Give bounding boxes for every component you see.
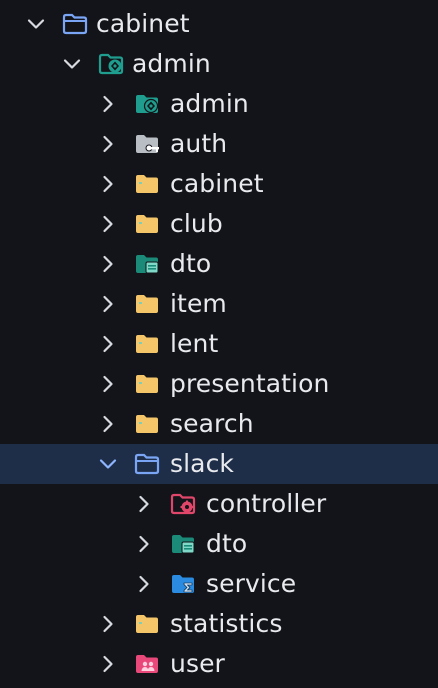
tree-item-label: search bbox=[170, 409, 254, 438]
tree-row-cabinet-root[interactable]: cabinet bbox=[0, 4, 438, 44]
chevron-right-icon[interactable] bbox=[96, 132, 120, 156]
chevron-right-icon[interactable] bbox=[96, 652, 120, 676]
tree-item-label: cabinet bbox=[170, 169, 264, 198]
chevron-down-icon[interactable] bbox=[60, 52, 84, 76]
tree-row-dto[interactable]: dto bbox=[0, 244, 438, 284]
folder-icon bbox=[134, 332, 160, 356]
folder-controller-icon bbox=[170, 492, 196, 516]
chevron-right-icon[interactable] bbox=[96, 332, 120, 356]
chevron-right-icon[interactable] bbox=[132, 572, 156, 596]
tree-item-label: admin bbox=[170, 89, 249, 118]
tree-row-auth[interactable]: auth bbox=[0, 124, 438, 164]
chevron-right-icon[interactable] bbox=[96, 612, 120, 636]
tree-row-cabinet[interactable]: cabinet bbox=[0, 164, 438, 204]
folder-user-icon bbox=[134, 652, 160, 676]
folder-icon bbox=[134, 612, 160, 636]
tree-item-label: lent bbox=[170, 329, 219, 358]
folder-icon bbox=[134, 172, 160, 196]
chevron-right-icon[interactable] bbox=[96, 372, 120, 396]
chevron-right-icon[interactable] bbox=[96, 212, 120, 236]
tree-row-slack[interactable]: slack bbox=[0, 444, 438, 484]
tree-item-label: auth bbox=[170, 129, 228, 158]
chevron-right-icon[interactable] bbox=[96, 92, 120, 116]
file-explorer-tree: cabinet admin admin auth cabinet club dt… bbox=[0, 0, 438, 688]
tree-row-club[interactable]: club bbox=[0, 204, 438, 244]
folder-admin-open-icon bbox=[98, 52, 124, 76]
folder-open-outline-icon bbox=[62, 12, 88, 36]
tree-row-lent[interactable]: lent bbox=[0, 324, 438, 364]
folder-open-outline-icon bbox=[134, 452, 160, 476]
folder-icon bbox=[134, 412, 160, 436]
chevron-right-icon[interactable] bbox=[132, 532, 156, 556]
tree-item-label: controller bbox=[206, 489, 327, 518]
tree-row-statistics[interactable]: statistics bbox=[0, 604, 438, 644]
chevron-right-icon[interactable] bbox=[96, 252, 120, 276]
tree-item-label: admin bbox=[132, 49, 211, 78]
tree-item-label: dto bbox=[170, 249, 212, 278]
folder-key-icon bbox=[134, 132, 160, 156]
chevron-right-icon[interactable] bbox=[96, 292, 120, 316]
tree-item-label: presentation bbox=[170, 369, 330, 398]
folder-icon bbox=[134, 372, 160, 396]
tree-row-controller[interactable]: controller bbox=[0, 484, 438, 524]
tree-row-item[interactable]: item bbox=[0, 284, 438, 324]
chevron-right-icon[interactable] bbox=[132, 492, 156, 516]
tree-item-label: service bbox=[206, 569, 297, 598]
tree-row-admin[interactable]: admin bbox=[0, 44, 438, 84]
tree-row-admin-child[interactable]: admin bbox=[0, 84, 438, 124]
folder-admin-icon bbox=[134, 92, 160, 116]
folder-service-icon bbox=[170, 572, 196, 596]
folder-icon bbox=[134, 292, 160, 316]
tree-item-label: cabinet bbox=[96, 9, 190, 38]
folder-dto-icon bbox=[134, 252, 160, 276]
tree-item-label: club bbox=[170, 209, 223, 238]
chevron-down-icon[interactable] bbox=[24, 12, 48, 36]
tree-row-search[interactable]: search bbox=[0, 404, 438, 444]
folder-icon bbox=[134, 212, 160, 236]
tree-item-label: user bbox=[170, 649, 225, 678]
tree-row-presentation[interactable]: presentation bbox=[0, 364, 438, 404]
tree-item-label: statistics bbox=[170, 609, 283, 638]
chevron-right-icon[interactable] bbox=[96, 172, 120, 196]
tree-item-label: item bbox=[170, 289, 227, 318]
tree-row-dto-slack[interactable]: dto bbox=[0, 524, 438, 564]
folder-dto-icon bbox=[170, 532, 196, 556]
tree-item-label: slack bbox=[170, 449, 235, 478]
tree-row-user[interactable]: user bbox=[0, 644, 438, 684]
chevron-right-icon[interactable] bbox=[96, 412, 120, 436]
chevron-down-icon[interactable] bbox=[96, 452, 120, 476]
tree-row-service[interactable]: service bbox=[0, 564, 438, 604]
tree-item-label: dto bbox=[206, 529, 248, 558]
